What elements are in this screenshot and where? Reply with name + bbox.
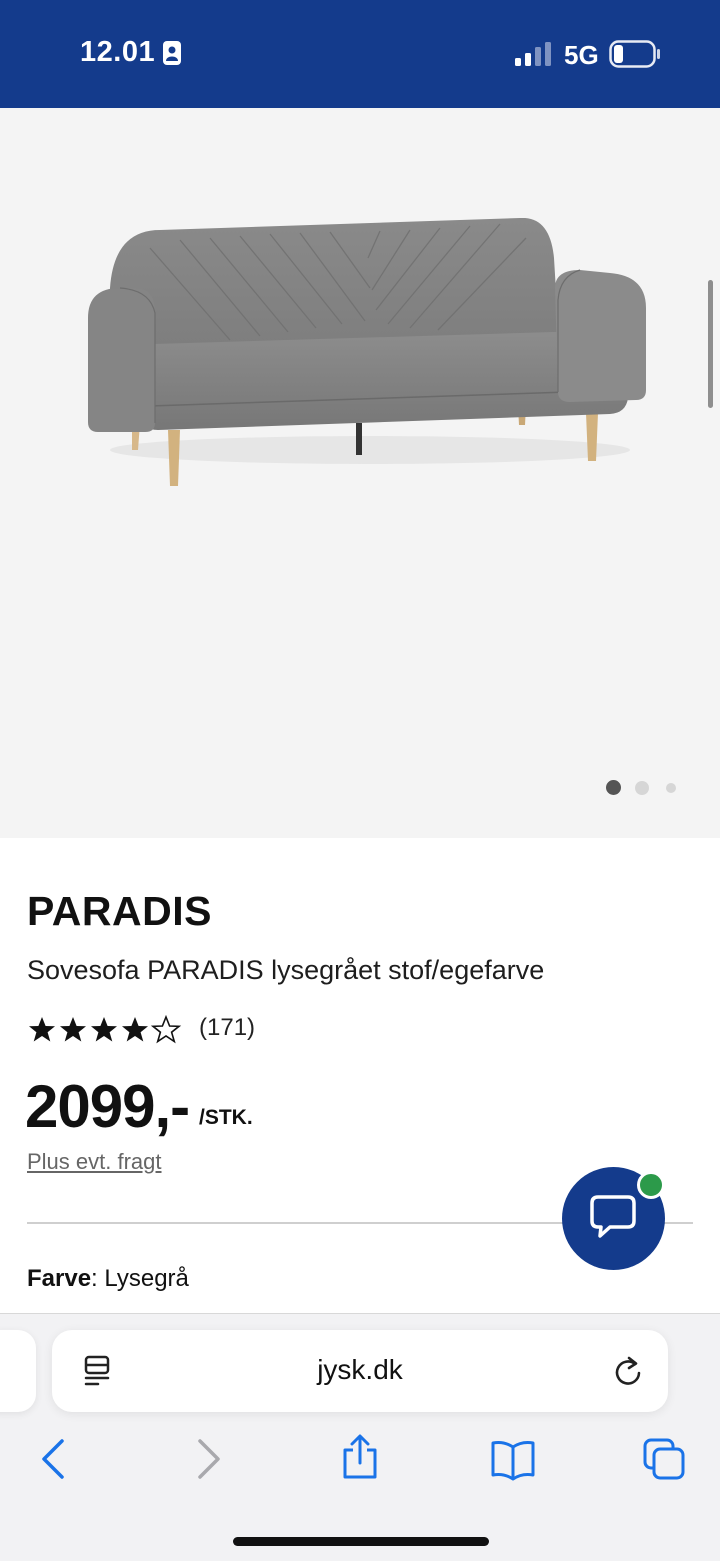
previous-tab-card[interactable] bbox=[0, 1330, 36, 1412]
network-label: 5G bbox=[564, 40, 599, 70]
reload-icon[interactable] bbox=[613, 1355, 643, 1387]
scroll-indicator[interactable] bbox=[708, 280, 713, 408]
product-description: Sovesofa PARADIS lysegrået stof/egefarve bbox=[27, 955, 545, 985]
star-rating-icon bbox=[29, 1015, 182, 1044]
color-label: Farve bbox=[27, 1265, 92, 1292]
gallery-dot-active[interactable] bbox=[606, 780, 621, 795]
chat-online-indicator bbox=[637, 1171, 665, 1199]
bookmarks-icon[interactable] bbox=[490, 1437, 536, 1481]
gallery-dot[interactable] bbox=[666, 783, 676, 793]
url-text[interactable]: jysk.dk bbox=[52, 1354, 668, 1386]
back-icon[interactable] bbox=[38, 1437, 68, 1481]
share-icon[interactable] bbox=[340, 1434, 380, 1480]
gallery-dot[interactable] bbox=[635, 781, 649, 795]
price-amount: 2099,- bbox=[25, 1073, 190, 1140]
product-title: PARADIS bbox=[27, 888, 212, 934]
shipping-link[interactable]: Plus evt. fragt bbox=[27, 1149, 162, 1175]
contact-card-icon bbox=[163, 41, 181, 65]
chat-bubble-icon bbox=[590, 1195, 636, 1238]
battery-icon bbox=[609, 40, 660, 68]
status-bar: 12.01 5G bbox=[0, 0, 720, 108]
signal-icon bbox=[515, 42, 551, 66]
review-count[interactable]: (171) bbox=[199, 1014, 255, 1042]
grey-sofa-bed-photo bbox=[88, 218, 646, 486]
product-gallery[interactable] bbox=[0, 108, 720, 838]
tabs-icon[interactable] bbox=[642, 1437, 686, 1481]
address-bar[interactable]: jysk.dk bbox=[52, 1330, 668, 1412]
color-value: : Lysegrå bbox=[91, 1265, 189, 1292]
home-indicator bbox=[233, 1537, 489, 1546]
status-time: 12.01 bbox=[80, 36, 156, 68]
color-selector[interactable]: Farve: Lysegrå bbox=[27, 1265, 189, 1293]
price-unit: /STK. bbox=[199, 1106, 253, 1129]
forward-icon[interactable] bbox=[194, 1437, 224, 1481]
